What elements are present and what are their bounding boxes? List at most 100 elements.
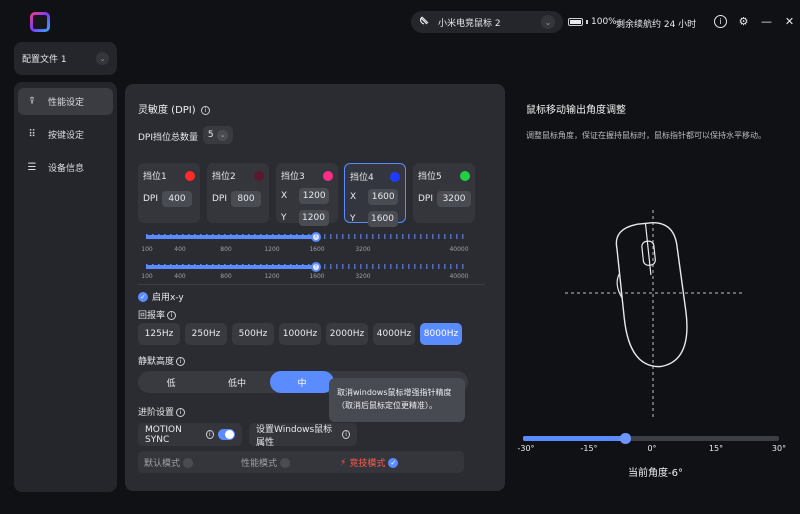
close-icon[interactable]: ✕ [783,15,796,28]
dpi-x-input[interactable]: 1600 [368,189,399,205]
dpi-key-label: DPI [212,194,228,204]
sidebar-item-label: 设备信息 [48,164,85,174]
color-dot[interactable] [185,170,195,181]
angle-tick-label: -30° [517,444,535,453]
dpi-title: 灵敏度 (DPI) i [138,101,210,116]
tick-label: 3200 [355,273,371,280]
device-name: 小米电竞鼠标 2 [438,18,501,29]
tick-label: 1200 [264,273,280,280]
angle-description: 调整鼠标角度，保证在握持鼠标时，鼠标指针都可以保持水平移动。 [526,131,766,140]
dpi-level-card[interactable]: 挡位5 DPI 3200 [413,163,475,223]
y-label: Y [350,214,356,224]
sidebar: ⍒ 性能设定 ⠿ 按键设定 ☰ 设备信息 [14,82,117,492]
sidebar-item-label: 性能设定 [48,98,85,108]
tick-label: 3200 [355,246,371,253]
dpi-title-text: 灵敏度 (DPI) [138,105,196,116]
color-dot[interactable] [390,171,400,182]
info-icon[interactable]: i [205,430,214,439]
list-icon: ☰ [27,162,37,173]
dpi-value-input[interactable]: 3200 [437,191,472,207]
dpi-y-input[interactable]: 1600 [367,211,398,227]
lod-option-selected[interactable]: 中 [270,371,334,393]
battery-icon [568,18,583,26]
dpi-level-label: 挡位3 [281,172,305,182]
profile-label: 配置文件 1 [22,55,67,65]
dpi-count-value: 5 [207,130,214,140]
color-dot[interactable] [254,170,264,181]
angle-tick-label: -15° [580,444,598,453]
check-icon: ✓ [138,291,148,302]
tick-label: 100 [141,273,153,280]
dpi-key-label: DPI [418,194,434,204]
dpi-level-card[interactable]: 挡位3 X 1200 Y 1200 [276,163,338,226]
polling-option[interactable]: 500Hz [232,323,274,345]
lod-title: 静默高度 i [138,354,186,367]
lod-title-text: 静默高度 [138,357,175,367]
dpi-count-select[interactable]: 5 ⌄ [203,126,233,144]
mode-competitive[interactable]: ⚡ 竞技模式 ✓ [340,456,399,469]
polling-option[interactable]: 250Hz [185,323,227,345]
battery-remaining: 剩余续航约 24 小时 [616,20,697,30]
tick-label: 800 [220,246,232,253]
color-dot[interactable] [460,170,470,181]
info-icon[interactable]: i [200,105,210,115]
device-selector[interactable]: 小米电竞鼠标 2 ⌄ [411,11,563,33]
windows-props-label: 设置Windows鼠标属性 [256,424,333,448]
dpi-value-input[interactable]: 800 [231,191,262,207]
color-dot[interactable] [323,170,333,181]
dpi-level-label: 挡位2 [212,172,236,182]
check-icon: ✓ [388,457,399,468]
tick-label: 40000 [449,273,469,280]
sidebar-item-performance[interactable]: ⍒ 性能设定 [18,88,113,115]
angle-title: 鼠标移动输出角度调整 [526,105,626,116]
polling-option[interactable]: 125Hz [138,323,180,345]
angle-slider-knob[interactable] [620,433,632,444]
minimize-icon[interactable]: — [760,15,773,28]
dpi-y-input[interactable]: 1200 [298,210,329,226]
dpi-count-label: DPI挡位总数量 [138,133,199,143]
dpi-level-card-selected[interactable]: 挡位4 X 1600 Y 1600 [344,163,406,227]
profile-selector[interactable]: 配置文件 1 ⌄ [14,42,117,75]
sidebar-item-device-info[interactable]: ☰ 设备信息 [18,154,113,181]
x-label: X [281,191,288,201]
dpi-level-card[interactable]: 挡位1 DPI 400 [138,163,200,223]
gear-icon[interactable]: ⚙ [737,15,750,28]
keypad-icon: ⠿ [28,129,36,140]
toggle-switch[interactable] [217,429,235,440]
info-icon[interactable]: i [176,357,186,366]
mode-default[interactable]: 默认模式 [144,456,194,469]
slider-knob-y[interactable]: Y [311,262,321,272]
polling-option[interactable]: 4000Hz [373,323,415,345]
polling-option-selected[interactable]: 8000Hz [420,323,462,345]
info-icon[interactable]: i [342,430,350,439]
sidebar-item-keys[interactable]: ⠿ 按键设定 [18,121,113,148]
mouse-icon [419,15,430,29]
dpi-value-input[interactable]: 400 [162,191,193,207]
info-icon[interactable]: i [176,408,186,417]
tooltip: 取消windows鼠标增强指针精度（取消后鼠标定位更精准）。 [329,378,465,422]
chevron-down-icon[interactable]: ⌄ [541,15,555,29]
advanced-title: 进阶设置 i [138,405,186,418]
lod-option[interactable]: 低 [138,371,204,393]
current-angle: 当前角度-6° [628,468,683,479]
lod-option[interactable]: 低中 [204,371,270,393]
tick-label: 400 [174,246,186,253]
app-logo [30,12,50,32]
dpi-x-input[interactable]: 1200 [299,188,330,204]
dpi-level-label: 挡位4 [350,173,374,183]
info-icon[interactable]: i [167,311,177,320]
motion-sync-toggle[interactable]: MOTION SYNC i [138,423,242,446]
slider-knob-x[interactable]: X [311,232,321,242]
y-label: Y [281,213,287,223]
windows-props-button[interactable]: 设置Windows鼠标属性 i [249,423,357,448]
x-label: X [350,192,357,202]
dpi-level-label: 挡位5 [418,172,442,182]
polling-option[interactable]: 2000Hz [326,323,368,345]
dpi-level-card[interactable]: 挡位2 DPI 800 [207,163,269,223]
mode-performance[interactable]: 性能模式 [241,456,291,469]
battery-percent: 100% [591,17,617,27]
info-icon[interactable]: i [714,15,727,28]
enable-xy-checkbox[interactable]: ✓ 启用x-y [138,290,184,303]
polling-option[interactable]: 1000Hz [279,323,321,345]
chevron-down-icon[interactable]: ⌄ [96,52,109,65]
